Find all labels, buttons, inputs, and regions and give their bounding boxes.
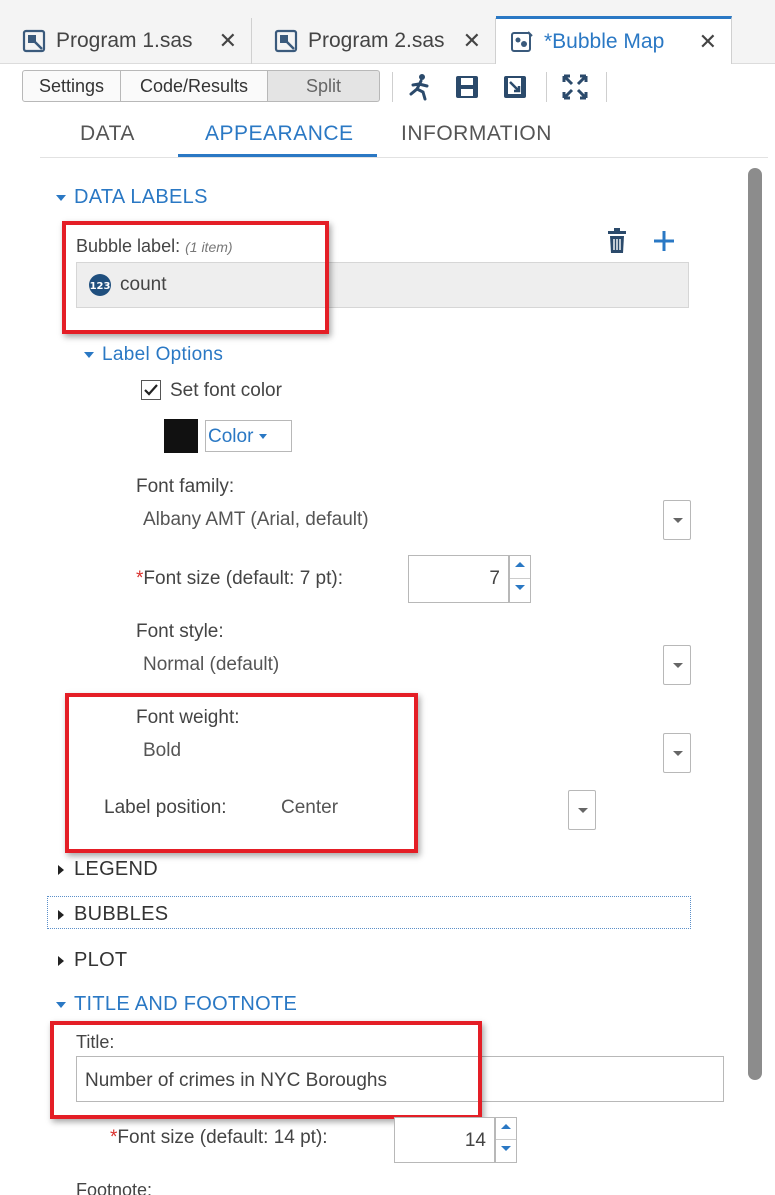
toolbar-divider bbox=[546, 72, 547, 102]
caret-down-icon bbox=[56, 1001, 66, 1008]
title-font-size-label: *Font size (default: 14 pt): bbox=[110, 1127, 328, 1148]
footnote-label: Footnote: bbox=[76, 1180, 153, 1195]
settings-button[interactable]: Settings bbox=[22, 70, 121, 102]
maximize-icon[interactable] bbox=[560, 72, 590, 102]
save-as-icon[interactable] bbox=[500, 72, 530, 102]
font-size-stepper[interactable] bbox=[509, 555, 531, 603]
set-font-color-checkbox[interactable] bbox=[141, 380, 161, 400]
font-size-label: *Font size (default: 7 pt): bbox=[136, 568, 343, 589]
close-icon[interactable]: ✕ bbox=[463, 28, 481, 54]
caret-right-icon bbox=[58, 955, 64, 966]
label-position-dropdown[interactable] bbox=[568, 790, 596, 830]
toolbar-divider bbox=[392, 72, 393, 102]
color-swatch[interactable] bbox=[164, 419, 198, 453]
font-size-input[interactable]: 7 bbox=[408, 555, 509, 603]
save-icon[interactable] bbox=[452, 72, 482, 102]
tab-label: *Bubble Map bbox=[544, 29, 665, 53]
close-icon[interactable]: ✕ bbox=[699, 29, 717, 55]
checkmark-icon bbox=[144, 384, 158, 396]
bubble-map-icon bbox=[511, 30, 533, 52]
set-font-color-label: Set font color bbox=[170, 380, 282, 401]
program-icon bbox=[22, 29, 46, 53]
code-results-button[interactable]: Code/Results bbox=[121, 70, 268, 102]
caret-right-icon bbox=[58, 909, 64, 920]
data-labels-heading[interactable]: DATA LABELS bbox=[56, 186, 208, 209]
close-icon[interactable]: ✕ bbox=[219, 28, 237, 54]
font-family-dropdown[interactable] bbox=[663, 500, 691, 540]
bubbles-section[interactable]: BUBBLES bbox=[58, 903, 168, 926]
add-icon[interactable] bbox=[652, 229, 676, 253]
caret-right-icon bbox=[58, 864, 64, 875]
font-family-label: Font family: bbox=[136, 476, 235, 497]
divider bbox=[40, 157, 768, 158]
caret-down-icon bbox=[56, 194, 66, 201]
tab-label: Program 1.sas bbox=[56, 29, 193, 52]
label-options-heading[interactable]: Label Options bbox=[84, 344, 223, 366]
tab-bubble-map[interactable]: *Bubble Map ✕ bbox=[496, 16, 732, 64]
split-button[interactable]: Split bbox=[268, 70, 380, 102]
scrollbar-thumb[interactable] bbox=[748, 168, 762, 1080]
program-icon bbox=[274, 29, 298, 53]
delete-icon[interactable] bbox=[605, 228, 629, 254]
title-font-size-stepper[interactable] bbox=[495, 1117, 517, 1163]
increment-icon[interactable] bbox=[496, 1118, 516, 1140]
font-style-dropdown[interactable] bbox=[663, 645, 691, 685]
chevron-down-icon bbox=[259, 434, 268, 440]
highlight-box bbox=[50, 1021, 482, 1119]
font-style-value[interactable]: Normal (default) bbox=[143, 654, 279, 676]
increment-icon[interactable] bbox=[510, 556, 530, 579]
decrement-icon[interactable] bbox=[510, 579, 530, 602]
tab-program-2[interactable]: Program 2.sas ✕ bbox=[252, 18, 496, 64]
plot-section[interactable]: PLOT bbox=[58, 949, 127, 972]
legend-section[interactable]: LEGEND bbox=[58, 858, 158, 881]
color-picker-button[interactable]: Color bbox=[205, 420, 292, 452]
tab-label: Program 2.sas bbox=[308, 29, 445, 52]
highlight-box bbox=[62, 221, 329, 334]
decrement-icon[interactable] bbox=[496, 1140, 516, 1162]
highlight-box bbox=[65, 693, 418, 853]
run-icon[interactable] bbox=[405, 72, 435, 102]
font-style-label: Font style: bbox=[136, 621, 224, 642]
toolbar-divider bbox=[606, 72, 607, 102]
tab-data[interactable]: DATA bbox=[80, 122, 135, 146]
font-weight-dropdown[interactable] bbox=[663, 733, 691, 773]
title-footnote-heading[interactable]: TITLE AND FOOTNOTE bbox=[56, 993, 297, 1016]
title-font-size-input[interactable]: 14 bbox=[394, 1117, 495, 1163]
editor-tab-bar: Program 1.sas ✕ Program 2.sas ✕ *Bubble … bbox=[0, 0, 775, 64]
tab-information[interactable]: INFORMATION bbox=[401, 122, 552, 146]
tab-program-1[interactable]: Program 1.sas ✕ bbox=[0, 18, 252, 64]
tab-appearance[interactable]: APPEARANCE bbox=[205, 122, 354, 146]
font-family-value[interactable]: Albany AMT (Arial, default) bbox=[143, 509, 369, 531]
caret-down-icon bbox=[84, 351, 94, 358]
